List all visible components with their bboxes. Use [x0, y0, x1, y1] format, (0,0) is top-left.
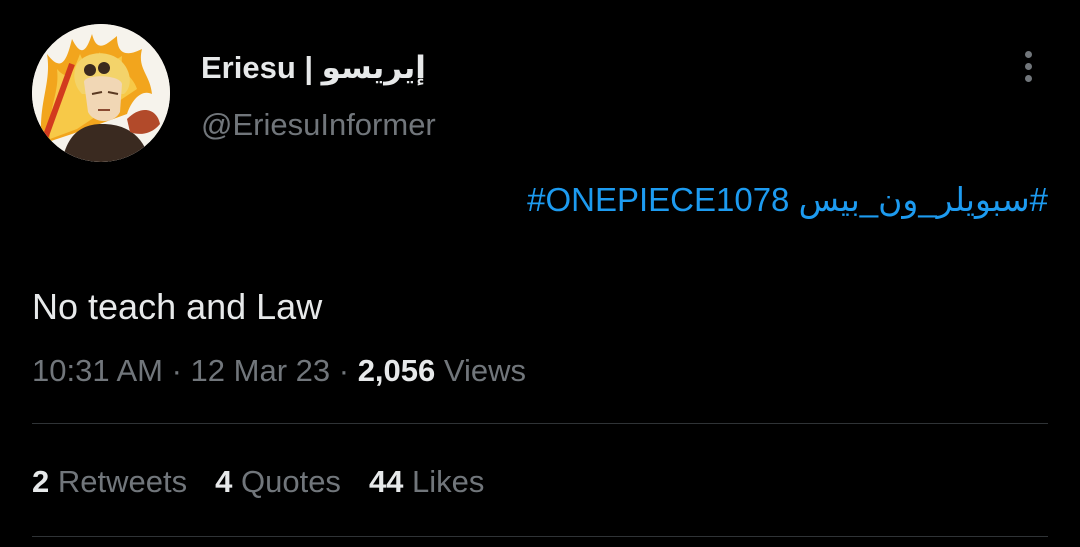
engagement-stats: 2 Retweets 4 Quotes 44 Likes	[32, 461, 512, 503]
more-vertical-icon	[1025, 51, 1032, 58]
retweets-label: Retweets	[57, 464, 188, 499]
avatar-image	[32, 24, 170, 162]
likes-label: Likes	[412, 464, 485, 499]
quotes-label: Quotes	[240, 464, 341, 499]
tweet-meta: 10:31 AM · 12 Mar 23 · 2,056 Views	[32, 350, 526, 392]
tweet-time[interactable]: 10:31 AM	[32, 353, 163, 388]
quotes-count: 4	[215, 464, 233, 499]
likes-stat[interactable]: 44 Likes	[369, 461, 484, 503]
more-vertical-icon-dot	[1025, 75, 1032, 82]
user-handle[interactable]: @EriesuInformer	[201, 105, 436, 145]
meta-separator: ·	[330, 353, 358, 388]
retweets-count: 2	[32, 464, 50, 499]
avatar[interactable]	[32, 24, 170, 162]
more-options-button[interactable]	[1008, 46, 1048, 86]
hashtag-english[interactable]: #ONEPIECE1078	[527, 181, 789, 218]
likes-count: 44	[368, 464, 404, 499]
meta-separator: ·	[162, 353, 191, 388]
divider	[32, 536, 1048, 537]
hashtags: #ONEPIECE1078 #سبويلر_ون_بيس	[527, 178, 1048, 222]
display-name[interactable]: Eriesu | إيريسو	[201, 48, 426, 88]
views-count: 2,056	[357, 353, 436, 388]
tweet-date[interactable]: 12 Mar 23	[191, 353, 331, 388]
retweets-stat[interactable]: 2 Retweets	[32, 461, 187, 503]
hashtag-arabic[interactable]: #سبويلر_ون_بيس	[799, 181, 1048, 218]
tweet-text: No teach and Law	[32, 286, 323, 327]
divider	[32, 423, 1048, 424]
quotes-stat[interactable]: 4 Quotes	[215, 461, 341, 503]
more-vertical-icon-dot	[1025, 63, 1032, 70]
views-label: Views	[443, 353, 527, 388]
